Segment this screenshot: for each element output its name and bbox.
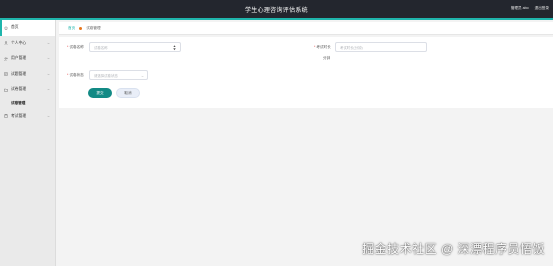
sidebar-item-home[interactable]: 首页 [0,20,55,36]
top-header: 学生心理咨询评估系统 管理员 abo 退出登录 [0,0,553,20]
submit-button[interactable]: 提交 [88,88,112,98]
breadcrumb-separator-dot [79,26,83,30]
chevron-up-icon [47,88,50,91]
chevron-down-icon [47,42,50,44]
sidebar-item-label: 用户管理 [11,56,27,61]
user-icon [4,41,8,45]
paper-name-label: *试卷名称 [67,45,84,49]
sidebar: 首页 个人中心 用户管理 试题管理 试卷管理 试卷管理 考试管理 [0,20,56,266]
sidebar-subitem-papers[interactable]: 试卷管理 [0,98,55,109]
cancel-button[interactable]: 取消 [116,88,140,98]
breadcrumb: 首页 试卷管理 [59,22,553,35]
sidebar-item-exams[interactable]: 考试管理 [0,109,55,125]
home-icon [4,26,8,30]
clipboard-icon [4,114,8,118]
paper-status-select[interactable]: 请选择试卷状态 [89,70,148,80]
chevron-down-icon [47,115,50,117]
duration-label: *考试时长 [314,45,331,49]
sidebar-item-papers[interactable]: 试卷管理 [0,82,55,98]
paper-name-input[interactable]: 试卷名称 [89,42,181,52]
sidebar-item-label: 试卷管理 [11,87,27,92]
breadcrumb-current: 试卷管理 [86,25,101,30]
users-icon [4,57,8,61]
sidebar-item-users[interactable]: 用户管理 [0,51,55,67]
sidebar-item-label: 首页 [11,25,19,30]
number-stepper[interactable] [173,44,176,51]
sidebar-item-questions[interactable]: 试题管理 [0,67,55,83]
user-area: 管理员 abo 退出登录 [511,6,549,11]
chevron-down-icon [141,75,144,77]
chevron-down-icon [47,73,50,75]
current-user[interactable]: 管理员 abo [511,6,529,11]
header-accent-line [0,18,553,20]
duration-unit: 分钟 [323,56,331,60]
breadcrumb-home[interactable]: 首页 [68,26,75,31]
sidebar-item-label: 试题管理 [11,71,27,76]
folder-icon [4,88,8,92]
sidebar-item-label: 个人中心 [11,40,27,45]
chevron-down-icon [47,57,50,60]
form-panel: *试卷名称 试卷名称 *考试时长 考试时长(分钟) 分钟 *试卷状态 请选择试卷… [59,37,553,108]
paper-status-label: *试卷状态 [67,73,84,77]
sidebar-item-profile[interactable]: 个人中心 [0,36,55,52]
watermark-text: 掘金技术社区 @ 深漂程序员悟饭 [362,242,545,256]
sidebar-item-label: 考试管理 [11,113,27,118]
document-icon [4,72,8,77]
app-title: 学生心理咨询评估系统 [244,8,308,14]
logout-link[interactable]: 退出登录 [535,6,549,11]
duration-input[interactable]: 考试时长(分钟) [335,42,427,52]
